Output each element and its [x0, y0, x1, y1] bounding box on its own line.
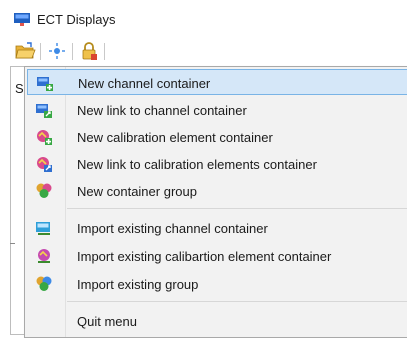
menu-item-label: Import existing group — [77, 277, 199, 292]
import-calibration-container-icon — [38, 249, 50, 263]
open-button[interactable] — [14, 40, 36, 62]
menu-item-label: New calibration element container — [77, 130, 273, 145]
import-group-icon — [36, 276, 52, 291]
menu-item-label: New link to channel container — [77, 103, 247, 118]
lock-icon — [82, 42, 97, 60]
menu-item-new-calibration-container[interactable]: New calibration element container — [27, 124, 407, 150]
menu-item-label: New link to calibration elements contain… — [77, 157, 317, 172]
new-calibration-container-icon — [37, 130, 52, 145]
menu-separator — [67, 301, 407, 302]
window-title: ECT Displays — [37, 12, 116, 27]
app-monitor-icon — [14, 13, 30, 26]
background-divider — [10, 243, 15, 244]
new-channel-container-icon — [37, 77, 53, 91]
menu-item-label: New channel container — [78, 76, 211, 91]
menu-item-new-container-group[interactable]: New container group — [27, 178, 407, 204]
menu-item-import-calibration-container[interactable]: Import existing calibartion element cont… — [27, 243, 407, 269]
menu-separator — [67, 208, 407, 209]
new-link-calibration-container-icon — [37, 157, 52, 172]
menu-item-label: Import existing calibartion element cont… — [77, 249, 332, 264]
new-container-group-icon — [36, 183, 52, 198]
new-link-channel-container-icon — [36, 104, 52, 118]
menu-item-label: New container group — [77, 184, 197, 199]
background-panel-label: S — [15, 81, 24, 96]
menu-item-quit-menu[interactable]: Quit menu — [27, 308, 407, 334]
menu-item-new-link-channel-container[interactable]: New link to channel container — [27, 97, 407, 123]
menu-item-import-channel-container[interactable]: Import existing channel container — [27, 215, 407, 241]
sparkle-button[interactable] — [46, 40, 68, 62]
lock-button[interactable] — [78, 40, 100, 62]
menu-item-import-group[interactable]: Import existing group — [27, 271, 407, 297]
open-folder-icon — [15, 42, 36, 59]
title-bar: ECT Displays — [0, 0, 407, 40]
menu-item-new-channel-container[interactable]: New channel container — [27, 69, 407, 95]
menu-item-label: Import existing channel container — [77, 221, 268, 236]
toolbar — [10, 40, 130, 64]
menu-item-label: Quit menu — [77, 314, 137, 329]
import-channel-container-icon — [36, 222, 50, 235]
sparkle-icon — [49, 43, 65, 59]
context-menu: New channel container New link to channe… — [24, 66, 407, 338]
menu-item-new-link-calibration-container[interactable]: New link to calibration elements contain… — [27, 151, 407, 177]
